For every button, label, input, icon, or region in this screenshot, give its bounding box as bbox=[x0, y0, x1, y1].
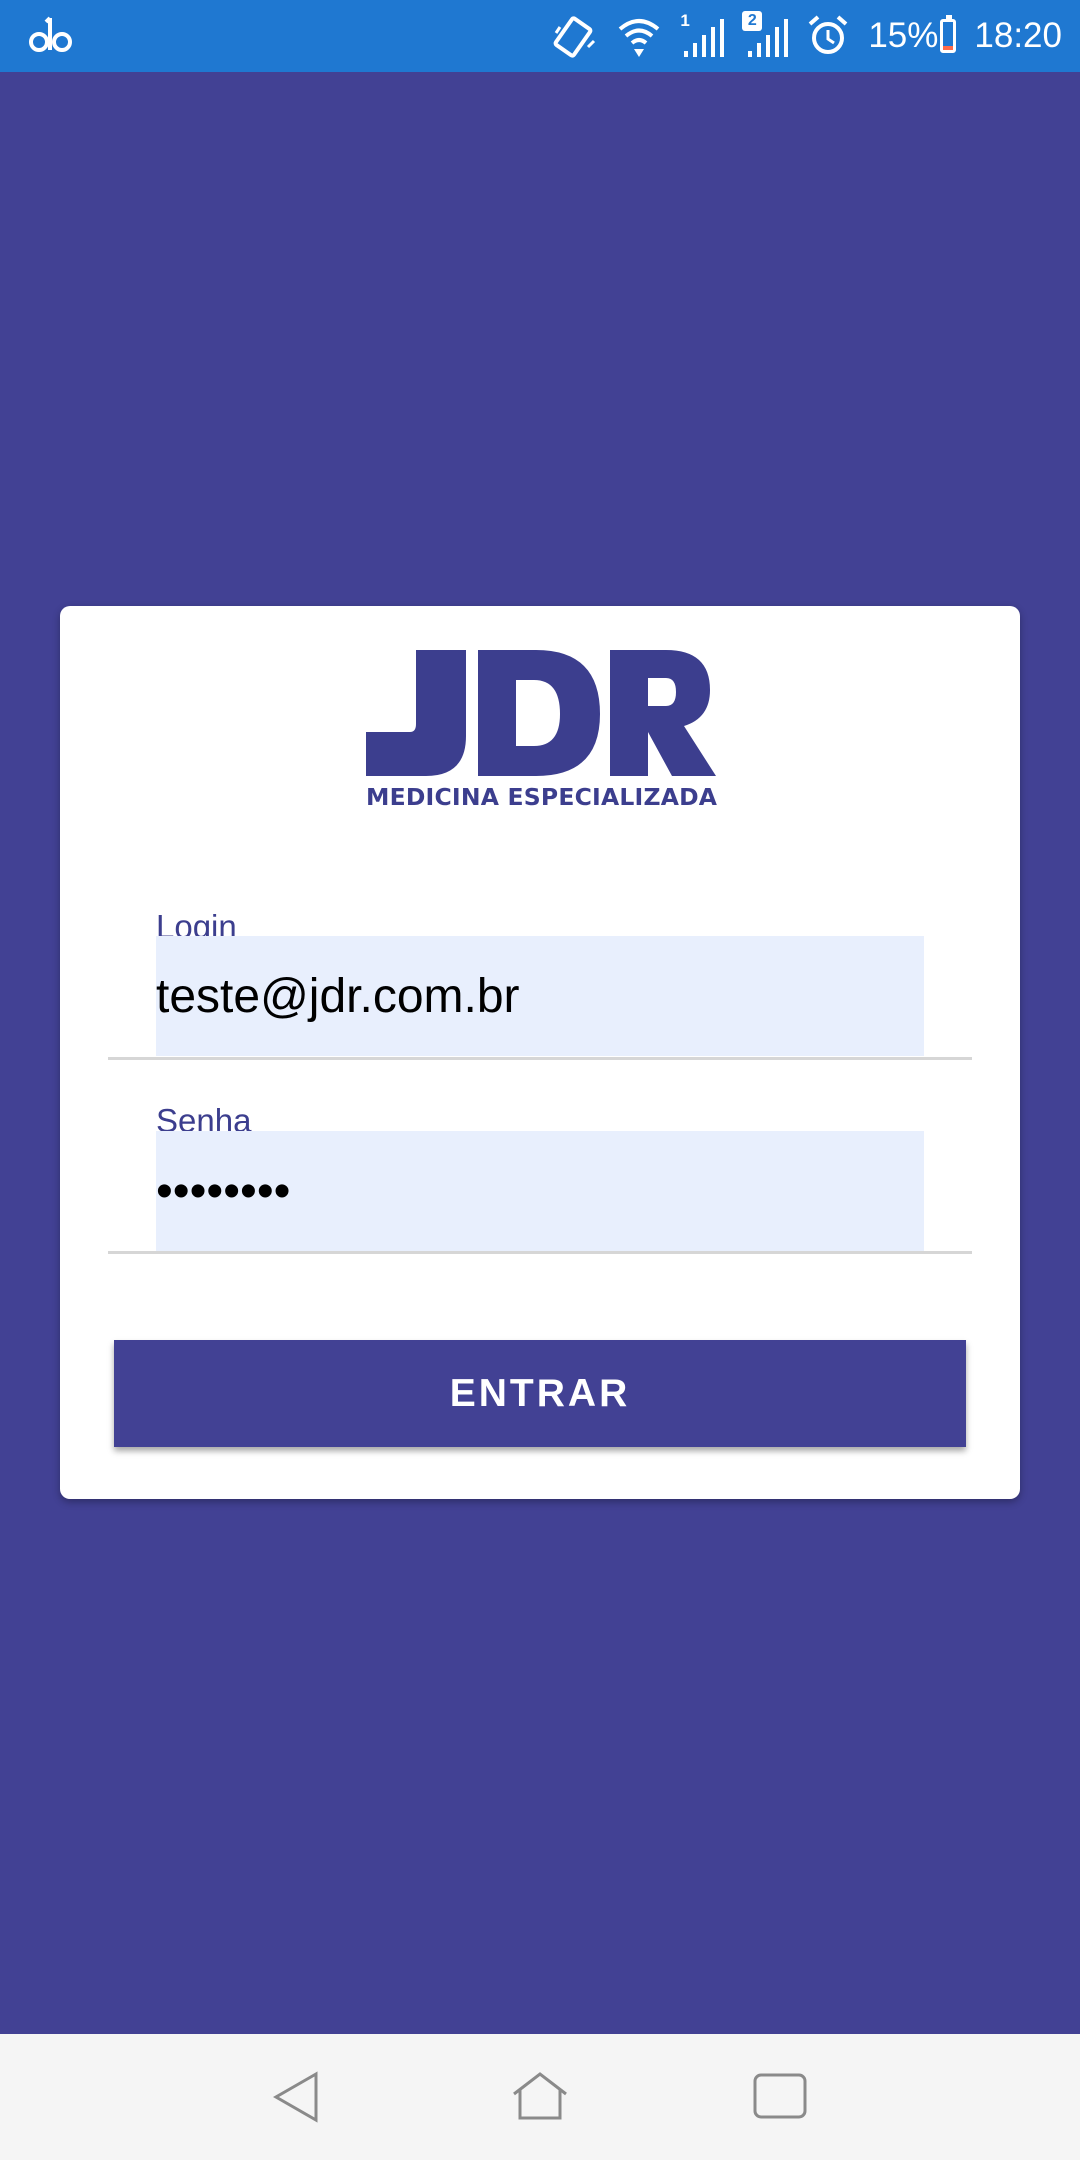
alarm-icon bbox=[809, 15, 848, 54]
jdr-logo: MEDICINA ESPECIALIZADA bbox=[366, 650, 718, 825]
logo-subtitle: MEDICINA ESPECIALIZADA bbox=[366, 783, 718, 811]
recents-icon[interactable] bbox=[750, 2070, 810, 2124]
battery-icon bbox=[940, 15, 957, 53]
home-icon[interactable] bbox=[510, 2070, 570, 2124]
vibrate-icon bbox=[553, 16, 596, 58]
login-underline bbox=[108, 1057, 972, 1060]
battery-percent: 15% bbox=[868, 16, 939, 55]
back-icon[interactable] bbox=[270, 2070, 330, 2124]
wifi-icon bbox=[619, 19, 660, 57]
login-card: MEDICINA ESPECIALIZADA Login Senha ENTRA… bbox=[60, 606, 1020, 1499]
login-input[interactable] bbox=[156, 936, 924, 1056]
signal-sim2-icon: 2 bbox=[742, 11, 789, 59]
password-input[interactable] bbox=[156, 1131, 924, 1251]
signal-sim1-icon: 1 bbox=[680, 11, 725, 59]
status-bar: 1 2 15% 18:20 bbox=[0, 0, 1080, 72]
jdr-logo-mark bbox=[366, 650, 716, 776]
password-underline bbox=[108, 1251, 972, 1254]
navigation-bar bbox=[0, 2034, 1080, 2160]
app-notification-icon bbox=[28, 12, 74, 58]
clock-time: 18:20 bbox=[974, 16, 1062, 55]
enter-button[interactable]: ENTRAR bbox=[114, 1340, 966, 1447]
